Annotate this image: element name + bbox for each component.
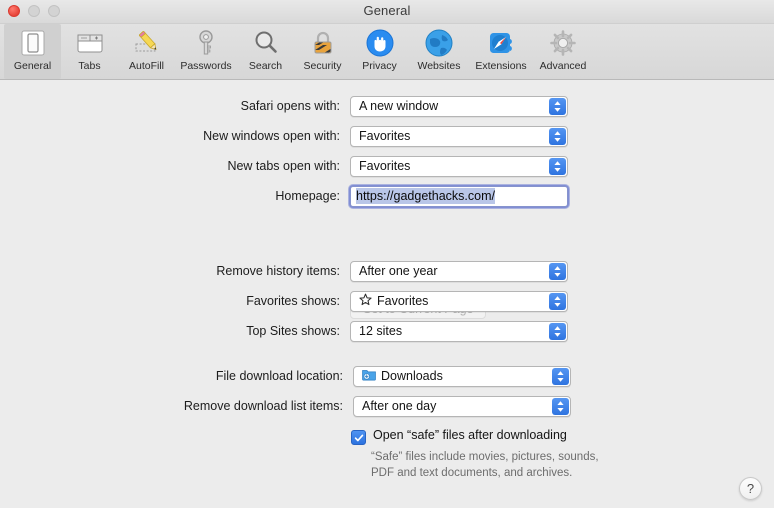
- chevron-updown-icon[interactable]: [549, 292, 566, 310]
- row-homepage: Homepage: https://gadgethacks.com/: [110, 183, 570, 209]
- value-favorites-shows: Favorites: [377, 294, 429, 308]
- toolbar-label-autofill: AutoFill: [128, 60, 164, 72]
- toolbar-label-privacy: Privacy: [362, 60, 397, 72]
- toolbar-label-extensions: Extensions: [475, 60, 527, 72]
- value-remove-download-list-items: After one day: [362, 399, 437, 413]
- label-top-sites-shows: Top Sites shows:: [246, 324, 340, 338]
- popup-new-windows-open-with[interactable]: Favorites: [350, 125, 568, 147]
- toolbar-label-tabs: Tabs: [78, 60, 101, 72]
- popup-remove-history-items[interactable]: After one year: [350, 260, 568, 282]
- row-file-download-location: File download location: Downloads: [113, 365, 571, 387]
- value-file-download-location: Downloads: [381, 369, 443, 383]
- help-button[interactable]: ?: [739, 477, 762, 500]
- value-new-windows-open-with: Favorites: [359, 129, 411, 143]
- popup-safari-opens-with[interactable]: A new window: [350, 95, 568, 117]
- chevron-updown-icon[interactable]: [552, 397, 569, 415]
- toolbar-label-general: General: [13, 60, 52, 72]
- chevron-updown-icon[interactable]: [549, 157, 566, 175]
- row-safari-opens-with: Safari opens with: A new window: [110, 95, 568, 117]
- label-safari-opens-with: Safari opens with:: [240, 99, 340, 113]
- toolbar-item-advanced[interactable]: Advanced: [532, 24, 594, 79]
- toolbar-item-tabs[interactable]: Tabs: [61, 24, 118, 79]
- popup-remove-download-list-items[interactable]: After one day: [353, 395, 571, 417]
- toolbar-item-privacy[interactable]: Privacy: [351, 24, 408, 79]
- value-remove-history-items: After one year: [359, 264, 438, 278]
- toolbar-item-websites[interactable]: Websites: [408, 24, 470, 79]
- security-icon: [307, 27, 339, 59]
- chevron-updown-icon[interactable]: [549, 97, 566, 115]
- search-icon: [250, 27, 282, 59]
- popup-top-sites-shows[interactable]: 12 sites: [350, 320, 568, 342]
- row-new-windows-open-with: New windows open with: Favorites: [110, 125, 568, 147]
- toolbar-label-advanced: Advanced: [539, 60, 587, 72]
- homepage-input[interactable]: https://gadgethacks.com/: [348, 183, 570, 209]
- label-new-windows-open-with: New windows open with:: [203, 129, 340, 143]
- downloads-folder-icon: [362, 368, 376, 384]
- toolbar-label-websites: Websites: [417, 60, 461, 72]
- label-new-tabs-open-with: New tabs open with:: [227, 159, 340, 173]
- homepage-input-value: https://gadgethacks.com/: [356, 188, 495, 204]
- star-icon: [359, 293, 372, 309]
- popup-favorites-shows[interactable]: Favorites: [350, 290, 568, 312]
- toolbar-item-passwords[interactable]: Passwords: [175, 24, 237, 79]
- window-title: General: [363, 3, 411, 18]
- toolbar-item-autofill[interactable]: AutoFill: [118, 24, 175, 79]
- open-safe-files-label: Open “safe” files after downloading: [373, 428, 567, 442]
- value-top-sites-shows: 12 sites: [359, 324, 403, 338]
- passwords-icon: [190, 27, 222, 59]
- popup-new-tabs-open-with[interactable]: Favorites: [350, 155, 568, 177]
- advanced-icon: [547, 27, 579, 59]
- chevron-updown-icon[interactable]: [549, 127, 566, 145]
- row-favorites-shows: Favorites shows: Favorites: [110, 290, 568, 312]
- toolbar-label-passwords: Passwords: [180, 60, 232, 72]
- toolbar-item-extensions[interactable]: Extensions: [470, 24, 532, 79]
- chevron-updown-icon[interactable]: [549, 262, 566, 280]
- label-homepage: Homepage:: [275, 189, 340, 203]
- privacy-icon: [364, 27, 396, 59]
- value-new-tabs-open-with: Favorites: [359, 159, 411, 173]
- toolbar-label-security: Security: [303, 60, 342, 72]
- row-remove-download-list-items: Remove download list items: After one da…: [113, 395, 571, 417]
- label-remove-download-list-items: Remove download list items:: [183, 399, 343, 413]
- toolbar-item-general[interactable]: General: [4, 24, 61, 79]
- row-new-tabs-open-with: New tabs open with: Favorites: [110, 155, 568, 177]
- toolbar-item-security[interactable]: Security: [294, 24, 351, 79]
- tabs-icon: [74, 27, 106, 59]
- value-safari-opens-with: A new window: [359, 99, 439, 113]
- safari-preferences-window: General General Tabs AutoFill Passwords …: [0, 0, 774, 508]
- row-remove-history-items: Remove history items: After one year: [110, 260, 568, 282]
- open-safe-files-checkbox-row[interactable]: Open “safe” files after downloading: [351, 428, 567, 445]
- popup-file-download-location[interactable]: Downloads: [353, 365, 571, 387]
- label-favorites-shows: Favorites shows:: [246, 294, 340, 308]
- preferences-content: Safari opens with: A new window New wind…: [0, 80, 774, 508]
- checkmark-icon[interactable]: [351, 430, 366, 445]
- open-safe-files-help-text: “Safe” files include movies, pictures, s…: [371, 451, 599, 479]
- extensions-icon: [485, 27, 517, 59]
- general-icon: [17, 27, 49, 59]
- label-remove-history-items: Remove history items:: [216, 264, 340, 278]
- preferences-toolbar: General Tabs AutoFill Passwords Search S…: [0, 24, 774, 80]
- toolbar-label-search: Search: [248, 60, 283, 72]
- help-button-label: ?: [746, 481, 755, 496]
- title-bar: General: [0, 0, 774, 24]
- row-top-sites-shows: Top Sites shows: 12 sites: [110, 320, 568, 342]
- toolbar-item-search[interactable]: Search: [237, 24, 294, 79]
- websites-icon: [423, 27, 455, 59]
- chevron-updown-icon[interactable]: [552, 367, 569, 385]
- chevron-updown-icon[interactable]: [549, 322, 566, 340]
- label-file-download-location: File download location:: [215, 369, 343, 383]
- autofill-icon: [131, 27, 163, 59]
